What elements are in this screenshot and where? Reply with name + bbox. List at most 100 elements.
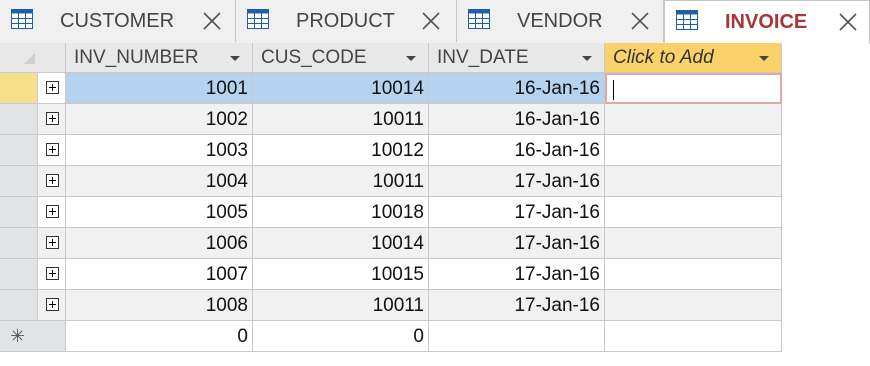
expand-icon[interactable] bbox=[46, 236, 59, 249]
close-icon[interactable] bbox=[629, 10, 651, 32]
add-column-cell[interactable] bbox=[605, 259, 782, 290]
add-column-cell[interactable] bbox=[605, 73, 782, 104]
table-row[interactable]: 1007 10015 17-Jan-16 bbox=[0, 259, 782, 290]
cus-code-cell[interactable]: 10011 bbox=[253, 104, 429, 135]
inv-number-cell[interactable]: 1008 bbox=[66, 290, 253, 321]
cus-code-cell[interactable]: 10015 bbox=[253, 259, 429, 290]
column-header-label: CUS_CODE bbox=[261, 47, 367, 68]
cus-code-cell[interactable]: 10011 bbox=[253, 290, 429, 321]
inv-date-cell[interactable]: 17-Jan-16 bbox=[429, 166, 605, 197]
inv-date-cell[interactable]: 16-Jan-16 bbox=[429, 135, 605, 166]
expand-icon[interactable] bbox=[46, 81, 59, 94]
close-icon[interactable] bbox=[201, 10, 223, 32]
tab-product-label: PRODUCT bbox=[296, 10, 395, 32]
record-selector[interactable] bbox=[0, 290, 38, 321]
expand-cell[interactable] bbox=[38, 197, 66, 228]
table-row[interactable]: 1005 10018 17-Jan-16 bbox=[0, 197, 782, 228]
inv-date-cell[interactable]: 16-Jan-16 bbox=[429, 73, 605, 104]
table-row[interactable]: 1003 10012 16-Jan-16 bbox=[0, 135, 782, 166]
add-column-cell[interactable] bbox=[605, 135, 782, 166]
new-record-row[interactable]: ✳ 0 0 bbox=[0, 321, 782, 352]
new-record-icon: ✳ bbox=[10, 326, 26, 346]
column-header-label: INV_NUMBER bbox=[74, 47, 199, 68]
expand-cell[interactable] bbox=[38, 104, 66, 135]
expand-cell[interactable] bbox=[38, 135, 66, 166]
record-selector[interactable] bbox=[0, 135, 38, 166]
dropdown-arrow-icon[interactable] bbox=[759, 56, 769, 61]
tab-invoice[interactable]: INVOICE bbox=[664, 0, 870, 44]
column-header-click-to-add[interactable]: Click to Add bbox=[605, 43, 782, 73]
record-selector[interactable] bbox=[0, 73, 38, 104]
tab-customer[interactable]: CUSTOMER bbox=[0, 0, 236, 42]
record-selector[interactable] bbox=[0, 166, 38, 197]
select-all-corner[interactable] bbox=[0, 43, 66, 73]
document-tabs: CUSTOMER PRODUCT VENDOR INVOICE bbox=[0, 0, 870, 44]
inv-date-cell[interactable]: 17-Jan-16 bbox=[429, 197, 605, 228]
add-column-cell[interactable] bbox=[605, 197, 782, 228]
column-header-inv-number[interactable]: INV_NUMBER bbox=[66, 43, 253, 73]
inv-number-cell[interactable]: 1007 bbox=[66, 259, 253, 290]
record-selector[interactable] bbox=[0, 197, 38, 228]
add-column-cell[interactable] bbox=[605, 104, 782, 135]
table-row[interactable]: 1008 10011 17-Jan-16 bbox=[0, 290, 782, 321]
inv-number-cell[interactable]: 1006 bbox=[66, 228, 253, 259]
inv-number-cell[interactable]: 1002 bbox=[66, 104, 253, 135]
inv-date-cell[interactable] bbox=[429, 321, 605, 352]
inv-date-cell[interactable]: 16-Jan-16 bbox=[429, 104, 605, 135]
tab-vendor[interactable]: VENDOR bbox=[457, 0, 664, 42]
inv-number-cell[interactable]: 0 bbox=[66, 321, 253, 352]
expand-icon[interactable] bbox=[46, 298, 59, 311]
expand-cell[interactable] bbox=[38, 73, 66, 104]
inv-number-cell[interactable]: 1001 bbox=[66, 73, 253, 104]
add-column-cell[interactable] bbox=[605, 228, 782, 259]
table-row[interactable]: 1006 10014 17-Jan-16 bbox=[0, 228, 782, 259]
tab-product[interactable]: PRODUCT bbox=[236, 0, 457, 42]
column-header-label: INV_DATE bbox=[437, 47, 529, 68]
expand-icon[interactable] bbox=[46, 112, 59, 125]
cus-code-cell[interactable]: 10011 bbox=[253, 166, 429, 197]
column-header-inv-date[interactable]: INV_DATE bbox=[429, 43, 605, 73]
table-icon bbox=[468, 9, 490, 29]
add-column-cell[interactable] bbox=[605, 166, 782, 197]
table-row[interactable]: 1001 10014 16-Jan-16 bbox=[0, 73, 782, 104]
dropdown-arrow-icon[interactable] bbox=[406, 56, 416, 61]
cus-code-cell[interactable]: 10012 bbox=[253, 135, 429, 166]
inv-number-cell[interactable]: 1003 bbox=[66, 135, 253, 166]
tab-vendor-label: VENDOR bbox=[517, 10, 603, 32]
tab-invoice-label: INVOICE bbox=[725, 11, 808, 33]
inv-number-cell[interactable]: 1004 bbox=[66, 166, 253, 197]
expand-icon[interactable] bbox=[46, 267, 59, 280]
expand-icon[interactable] bbox=[46, 174, 59, 187]
expand-cell[interactable] bbox=[38, 166, 66, 197]
column-header-cus-code[interactable]: CUS_CODE bbox=[253, 43, 429, 73]
add-column-cell[interactable] bbox=[605, 321, 782, 352]
column-header-label: Click to Add bbox=[613, 47, 714, 68]
inv-date-cell[interactable]: 17-Jan-16 bbox=[429, 290, 605, 321]
table-icon bbox=[11, 9, 33, 29]
inv-date-cell[interactable]: 17-Jan-16 bbox=[429, 259, 605, 290]
expand-cell[interactable] bbox=[38, 290, 66, 321]
add-column-cell[interactable] bbox=[605, 290, 782, 321]
expand-cell[interactable] bbox=[38, 259, 66, 290]
record-selector[interactable] bbox=[0, 259, 38, 290]
record-selector[interactable]: ✳ bbox=[0, 321, 66, 352]
corner-triangle-icon bbox=[24, 53, 35, 64]
record-selector[interactable] bbox=[0, 104, 38, 135]
table-row[interactable]: 1004 10011 17-Jan-16 bbox=[0, 166, 782, 197]
expand-cell[interactable] bbox=[38, 228, 66, 259]
close-icon[interactable] bbox=[420, 10, 442, 32]
close-icon[interactable] bbox=[837, 11, 859, 33]
dropdown-arrow-icon[interactable] bbox=[582, 56, 592, 61]
expand-icon[interactable] bbox=[46, 205, 59, 218]
dropdown-arrow-icon[interactable] bbox=[230, 56, 240, 61]
inv-date-cell[interactable]: 17-Jan-16 bbox=[429, 228, 605, 259]
record-selector[interactable] bbox=[0, 228, 38, 259]
cus-code-cell[interactable]: 10018 bbox=[253, 197, 429, 228]
cus-code-cell[interactable]: 10014 bbox=[253, 228, 429, 259]
cus-code-cell[interactable]: 10014 bbox=[253, 73, 429, 104]
cus-code-cell[interactable]: 0 bbox=[253, 321, 429, 352]
expand-icon[interactable] bbox=[46, 143, 59, 156]
table-row[interactable]: 1002 10011 16-Jan-16 bbox=[0, 104, 782, 135]
inv-number-cell[interactable]: 1005 bbox=[66, 197, 253, 228]
table-icon bbox=[247, 9, 269, 29]
